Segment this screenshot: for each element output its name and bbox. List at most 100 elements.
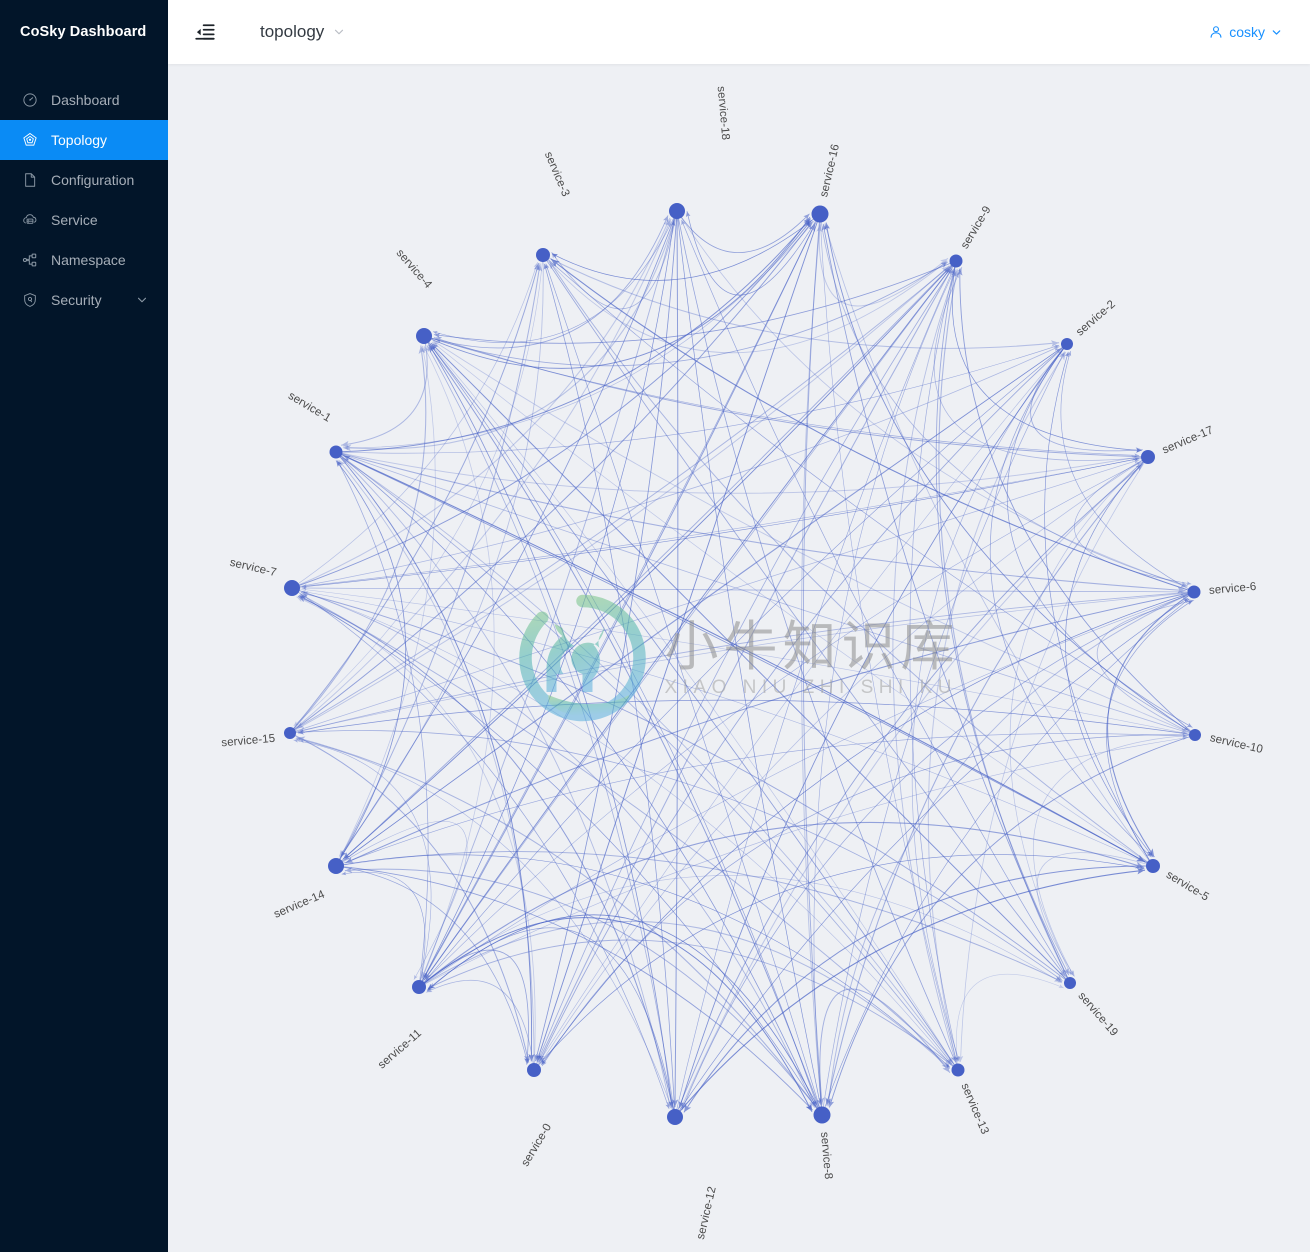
sidebar-item-topology[interactable]: Topology [0, 120, 168, 160]
graph-edge [423, 215, 669, 349]
graph-edge [298, 594, 823, 1116]
graph-node[interactable] [667, 1109, 683, 1125]
graph-edge [418, 595, 1187, 988]
graph-edge [1106, 591, 1195, 858]
page-title: topology [260, 22, 325, 41]
graph-edge [341, 335, 428, 448]
sidebar-item-configuration[interactable]: Configuration [0, 160, 168, 200]
topology-canvas[interactable]: 小牛知识库 XIAO NIU ZHI SHI KU service-18 serv… [168, 64, 1310, 1252]
graph-edge [541, 734, 1196, 1067]
graph-edge [423, 335, 674, 1108]
graph-edge [800, 224, 823, 1116]
graph-node[interactable] [1146, 859, 1160, 873]
sidebar-item-label: Configuration [51, 172, 135, 188]
cluster-icon [22, 252, 38, 268]
graph-edge [289, 459, 1140, 734]
graph-edge [818, 213, 949, 307]
graph-edge [927, 351, 1067, 1071]
graph-edge [1074, 456, 1192, 586]
cloud-server-icon [22, 212, 38, 228]
graph-node[interactable] [1187, 585, 1201, 599]
sidebar-item-dashboard[interactable]: Dashboard [0, 80, 168, 120]
graph-edge [289, 218, 672, 734]
graph-edge [342, 210, 678, 452]
graph-node[interactable] [412, 980, 426, 994]
graph-edge [426, 345, 676, 1118]
graph-node[interactable] [284, 727, 296, 739]
graph-edge [685, 211, 821, 296]
graph-node[interactable] [328, 858, 344, 874]
sidebar-item-label: Security [51, 292, 102, 308]
graph-edge [345, 591, 1195, 864]
main-area: topology cosky 小牛知识库 XIAO NIU ZHI SHI KU… [168, 0, 1310, 1252]
graph-edge [289, 732, 531, 1063]
graph-edge [426, 979, 535, 1071]
graph-edge [291, 346, 1060, 589]
graph-node[interactable] [949, 254, 963, 268]
chevron-down-icon[interactable] [136, 294, 148, 306]
graph-edge [674, 463, 1144, 1118]
graph-edge [418, 949, 530, 1065]
graph-edge [341, 871, 426, 988]
sidebar-item-service[interactable]: Service [0, 200, 168, 240]
graph-edge [1032, 734, 1196, 977]
graph-edge [956, 973, 1064, 1071]
graph-edge [819, 213, 1189, 587]
graph-edge [335, 850, 1063, 983]
graph-edge [343, 213, 821, 451]
graph-node[interactable] [536, 248, 550, 262]
sidebar-item-label: Namespace [51, 252, 126, 268]
graph-edge [821, 598, 1190, 1116]
graph-edge [291, 219, 812, 589]
graph-edge [335, 218, 811, 453]
dashboard-icon [22, 92, 38, 108]
menu-fold-icon[interactable] [194, 21, 216, 43]
graph-edge [543, 263, 676, 1118]
graph-node[interactable] [811, 205, 829, 223]
topology-icon [22, 132, 38, 148]
graph-node[interactable] [813, 1106, 831, 1124]
graph-node[interactable] [284, 580, 300, 596]
graph-node[interactable] [1189, 729, 1201, 741]
graph-edge [289, 221, 813, 734]
graph-node[interactable] [527, 1063, 541, 1077]
topology-graph[interactable] [168, 64, 1310, 1252]
graph-edge [433, 336, 1149, 458]
graph-node[interactable] [329, 445, 343, 459]
graph-edge [291, 217, 671, 589]
graph-node[interactable] [1141, 450, 1155, 464]
user-menu[interactable]: cosky [1209, 24, 1282, 40]
sidebar: CoSky Dashboard Dashboard Topology Confi… [0, 0, 168, 1252]
graph-node[interactable] [1061, 338, 1073, 350]
graph-edge [989, 343, 1152, 858]
graph-edge [909, 260, 959, 1062]
chevron-down-icon [1271, 27, 1282, 38]
graph-node[interactable] [1064, 977, 1076, 989]
shield-icon [22, 292, 38, 308]
sidebar-item-security[interactable]: Security [0, 280, 168, 320]
sidebar-item-label: Dashboard [51, 92, 120, 108]
graph-edge [428, 344, 823, 1116]
graph-edge [335, 820, 468, 980]
graph-edge [538, 343, 1068, 1063]
graph-edge [933, 266, 1149, 461]
graph-edge [291, 587, 670, 1110]
sidebar-item-namespace[interactable]: Namespace [0, 240, 168, 280]
graph-edge [431, 341, 1154, 867]
graph-edge [1009, 456, 1149, 976]
graph-edge [676, 210, 822, 1105]
graph-edge [336, 460, 429, 988]
app-root: CoSky Dashboard Dashboard Topology Confi… [0, 0, 1310, 1252]
graph-edge [432, 210, 678, 343]
graph-edge [681, 219, 1071, 984]
page-selector[interactable]: topology [260, 22, 345, 42]
sidebar-item-label: Topology [51, 132, 108, 148]
graph-node[interactable] [951, 1063, 965, 1077]
graph-edge [295, 737, 676, 1118]
graph-node[interactable] [416, 328, 432, 344]
user-icon [1209, 25, 1223, 39]
graph-edge [824, 222, 1196, 736]
chevron-down-icon [333, 26, 345, 38]
graph-node[interactable] [669, 203, 685, 219]
brand-title: CoSky Dashboard [20, 24, 147, 40]
